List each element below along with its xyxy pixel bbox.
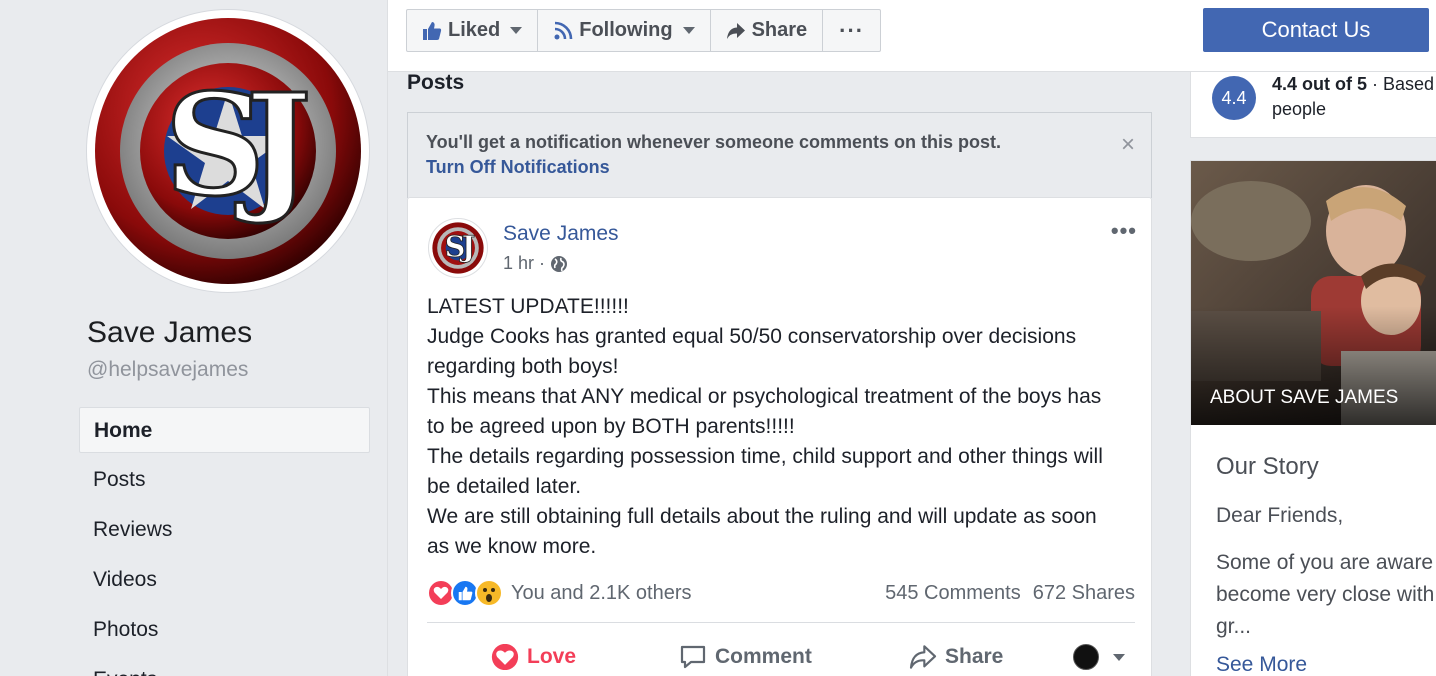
post-divider [427, 622, 1135, 623]
our-story-heading: Our Story [1216, 453, 1319, 480]
nav-item-events[interactable]: Events [79, 657, 370, 676]
post-timestamp[interactable]: 1 hr · [503, 253, 568, 274]
post-body: LATEST UPDATE!!!!!! Judge Cooks has gran… [427, 292, 1137, 562]
about-cover-photo[interactable]: ABOUT SAVE JAMES [1191, 161, 1436, 425]
share-label: Share [945, 645, 1004, 668]
post-line: to be agreed upon by BOTH parents!!!!! [427, 415, 795, 438]
love-label: Love [527, 645, 577, 668]
post-card: SJ Save James 1 hr · ••• LATEST UPDATE!!… [407, 197, 1152, 676]
rss-icon [554, 21, 573, 39]
notification-banner: You'll get a notification whenever someo… [407, 112, 1152, 198]
post-line: Judge Cooks has granted equal 50/50 cons… [427, 325, 1077, 348]
post-action-bar: Love Comment Share [427, 634, 1135, 676]
nav-item-home[interactable]: Home [79, 407, 370, 453]
about-label: ABOUT SAVE JAMES [1210, 387, 1399, 408]
posts-section-title: Posts [407, 71, 465, 94]
rating-score-badge: 4.4 [1212, 76, 1256, 120]
page-action-group: Liked Following Share ··· [406, 9, 882, 52]
post-author-name[interactable]: Save James [503, 222, 619, 246]
comment-button[interactable]: Comment [679, 644, 812, 670]
more-options-icon: ··· [839, 17, 865, 43]
page-handle: @helpsavejames [87, 358, 249, 381]
share-page-button[interactable]: Share [711, 10, 824, 51]
comment-label: Comment [715, 645, 812, 668]
post-line: as we know more. [427, 535, 597, 558]
share-page-label: Share [751, 19, 808, 41]
comments-count[interactable]: 545 Comments [885, 582, 1021, 605]
save-james-logo: SJ [432, 222, 484, 274]
post-line: regarding both boys! [427, 355, 619, 378]
following-button[interactable]: Following [538, 10, 711, 51]
turn-off-notifications-link[interactable]: Turn Off Notifications [426, 157, 610, 178]
post-options-icon[interactable]: ••• [1111, 218, 1137, 244]
post-line: We are still obtaining full details abou… [427, 505, 1097, 528]
contact-us-button[interactable]: Contact Us [1203, 8, 1429, 52]
share-arrow-icon [909, 645, 937, 669]
nav-item-photos[interactable]: Photos [79, 607, 370, 653]
story-line: gr... [1216, 615, 1252, 638]
share-arrow-icon [726, 22, 745, 39]
share-button[interactable]: Share [909, 645, 1003, 669]
rating-people: people [1272, 99, 1327, 119]
love-button[interactable]: Love [491, 644, 576, 670]
post-as-selector[interactable] [1073, 644, 1125, 670]
user-avatar [1073, 644, 1099, 670]
story-greeting: Dear Friends, [1216, 504, 1344, 527]
liked-label: Liked [448, 19, 501, 41]
comment-icon [680, 645, 706, 669]
more-options-button[interactable]: ··· [823, 10, 880, 51]
post-time-label: 1 hr · [503, 253, 546, 273]
rating-based-on: · Based [1367, 74, 1435, 94]
rating-summary: 4.4 out of 5 · Based people [1272, 72, 1434, 122]
close-icon[interactable]: × [1121, 131, 1135, 159]
rating-card[interactable]: 4.4 4.4 out of 5 · Based people [1190, 72, 1436, 138]
following-label: Following [579, 19, 673, 41]
post-line: be detailed later. [427, 475, 582, 498]
page-action-bar: Liked Following Share ··· Contact Us [388, 0, 1436, 72]
left-sidebar: SJ Save James @helpsavejames Home Posts … [0, 0, 387, 676]
column-divider [387, 0, 388, 676]
svg-text:SJ: SJ [164, 64, 306, 228]
story-line: Some of you are aware [1216, 551, 1434, 574]
about-photo-image [1191, 161, 1436, 425]
post-line: The details regarding possession time, c… [427, 445, 1103, 468]
rating-out-of: 4.4 out of 5 [1272, 74, 1368, 94]
story-excerpt: Some of you are aware become very close … [1216, 547, 1434, 643]
thumbs-up-icon [423, 21, 442, 40]
chevron-down-icon [510, 27, 523, 34]
liked-button[interactable]: Liked [407, 10, 539, 51]
page-name[interactable]: Save James [87, 316, 252, 350]
reactions-text[interactable]: You and 2.1K others [511, 582, 692, 605]
post-author-avatar[interactable]: SJ [428, 218, 488, 278]
globe-icon [551, 255, 568, 272]
heart-icon [491, 644, 519, 670]
notification-text: You'll get a notification whenever someo… [426, 132, 1002, 152]
post-counts: 545 Comments 672 Shares [885, 582, 1135, 605]
post-line: This means that ANY medical or psycholog… [427, 385, 1102, 408]
nav-item-reviews[interactable]: Reviews [79, 507, 370, 553]
story-line: become very close with [1216, 583, 1435, 606]
shares-count[interactable]: 672 Shares [1033, 582, 1135, 605]
see-more-link[interactable]: See More [1216, 653, 1307, 676]
save-james-logo: SJ [95, 18, 361, 284]
page-profile-picture[interactable]: SJ [86, 9, 370, 293]
post-line: LATEST UPDATE!!!!!! [427, 295, 629, 318]
chevron-down-icon [682, 27, 695, 34]
chevron-down-icon [1113, 653, 1125, 661]
svg-text:SJ: SJ [445, 230, 475, 264]
wow-reaction-icon [475, 579, 503, 607]
nav-item-videos[interactable]: Videos [79, 557, 370, 603]
about-card: ABOUT SAVE JAMES Our Story Dear Friends,… [1190, 160, 1436, 676]
nav-item-posts[interactable]: Posts [79, 457, 370, 503]
reactions-summary[interactable]: You and 2.1K others 545 Comments 672 Sha… [427, 576, 1135, 610]
